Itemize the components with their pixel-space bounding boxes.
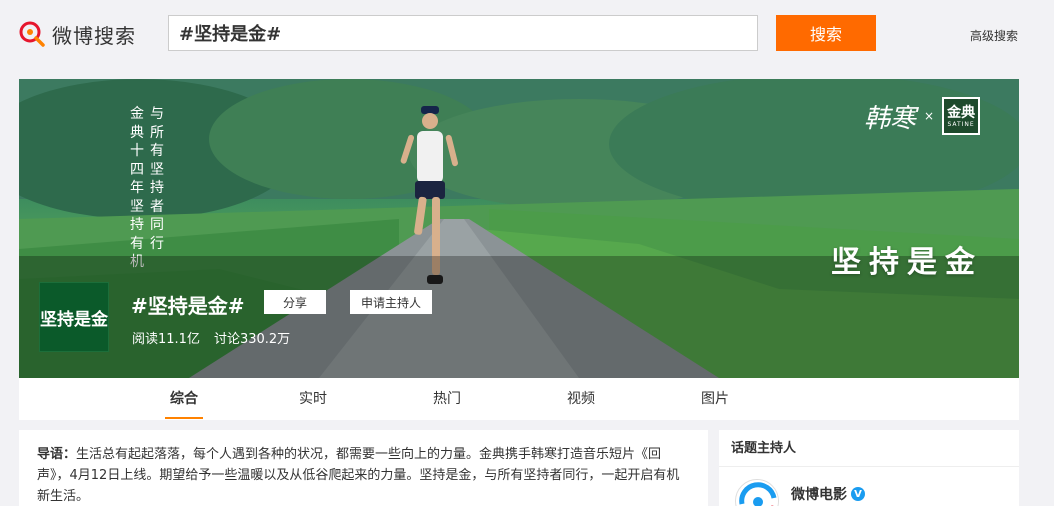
tab-comprehensive[interactable]: 综合 (165, 378, 203, 420)
top-header: 微博搜索 搜索 高级搜索 (0, 0, 1054, 66)
host-item[interactable]: 微博电影 V (735, 479, 865, 506)
brand-logos: 韩寒 × 金典 SATINE (864, 97, 981, 135)
satine-logo: 金典 SATINE (942, 97, 981, 135)
read-count: 阅读11.1亿 (132, 332, 200, 347)
search-logo-icon (19, 21, 45, 47)
topic-title: #坚持是金# (131, 294, 245, 318)
weibo-movie-logo-icon (736, 480, 778, 506)
topic-intro: 导语：生活总有起起落落，每个人遇到各种的状况，都需要一些向上的力量。金典携手韩寒… (19, 430, 708, 506)
host-panel: 话题主持人 微博电影 V (719, 430, 1019, 506)
verified-badge-icon: V (851, 487, 865, 501)
banner-slogan: 坚持是金 (831, 245, 983, 280)
banner-vertical-text-2: 与所有坚持者同行 (150, 106, 164, 252)
discussion-count: 讨论330.2万 (213, 332, 291, 347)
topic-stats: 阅读11.1亿 讨论330.2万 (132, 328, 290, 347)
topic-banner: 金典十四年坚持有机 与所有坚持者同行 韩寒 × 金典 SATINE 坚持是金 坚… (19, 79, 1019, 378)
tab-video[interactable]: 视频 (566, 378, 596, 420)
host-avatar[interactable] (735, 479, 779, 506)
intro-text: 生活总有起起落落，每个人遇到各种的状况，都需要一些向上的力量。金典携手韩寒打造音… (37, 447, 680, 504)
weibo-search-logo[interactable]: 微博搜索 (18, 17, 136, 51)
brand-separator: × (924, 109, 935, 123)
host-name[interactable]: 微博电影 V (791, 484, 865, 504)
advanced-search-link[interactable]: 高级搜索 (970, 27, 1018, 44)
apply-host-button[interactable]: 申请主持人 (350, 290, 432, 314)
intro-lead: 导语： (37, 447, 77, 462)
tab-hot[interactable]: 热门 (432, 378, 462, 420)
host-panel-title: 话题主持人 (719, 430, 1019, 467)
search-input[interactable] (168, 15, 758, 51)
hanhan-signature: 韩寒 (864, 103, 917, 134)
tab-pictures[interactable]: 图片 (700, 378, 730, 420)
topic-tabs: 综合 实时 热门 视频 图片 (19, 378, 1019, 420)
search-button[interactable]: 搜索 (776, 15, 876, 51)
logo-text: 微博搜索 (52, 23, 136, 48)
banner-vertical-text-1: 金典十四年坚持有机 (130, 106, 144, 270)
topic-avatar: 坚持是金 (39, 282, 109, 352)
share-button[interactable]: 分享 (264, 290, 326, 314)
tab-realtime[interactable]: 实时 (298, 378, 328, 420)
